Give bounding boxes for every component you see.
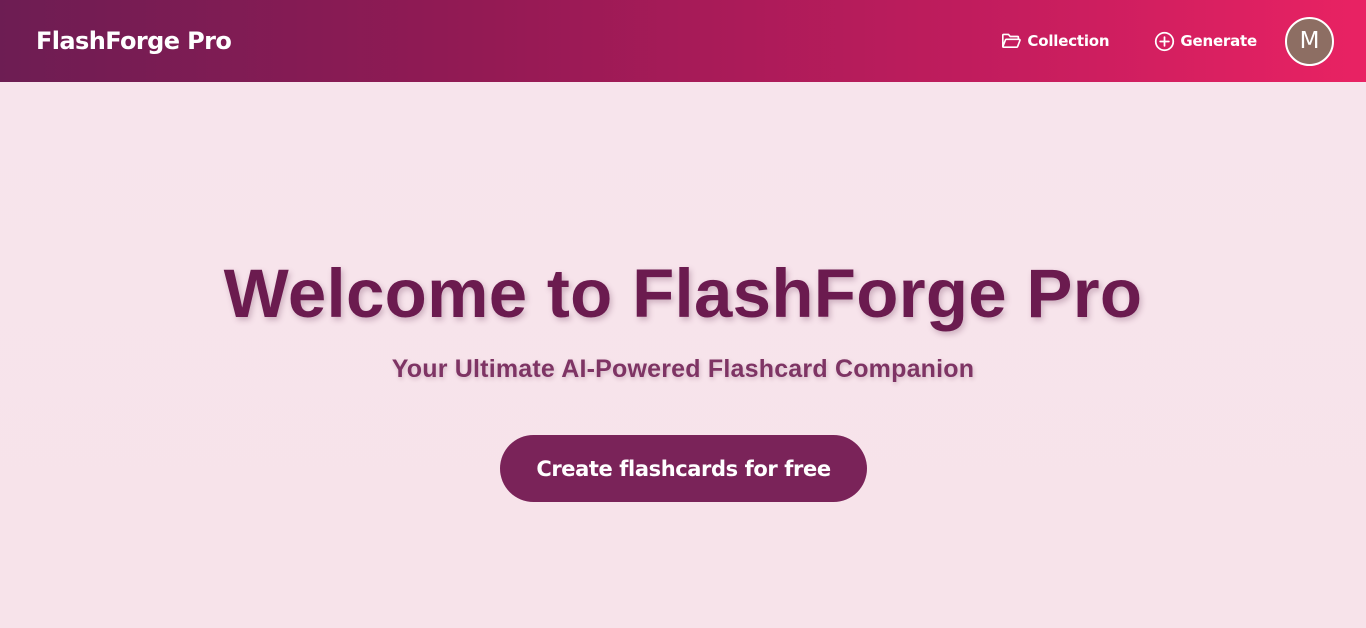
navbar: FlashForge Pro Collection Generate M — [0, 0, 1366, 82]
hero-subtitle: Your Ultimate AI-Powered Flashcard Compa… — [391, 355, 975, 383]
nav-links: Collection Generate M — [1000, 16, 1334, 66]
hero-title: Welcome to FlashForge Pro — [223, 255, 1143, 332]
hero-section: Welcome to FlashForge Pro Your Ultimate … — [0, 82, 1366, 628]
user-avatar[interactable]: M — [1285, 16, 1334, 66]
folder-open-icon — [1000, 30, 1022, 52]
brand-logo[interactable]: FlashForge Pro — [36, 27, 232, 55]
nav-collection-link[interactable]: Collection — [1000, 30, 1110, 52]
create-flashcards-button[interactable]: Create flashcards for free — [500, 435, 867, 502]
nav-collection-label: Collection — [1027, 32, 1110, 50]
plus-circle-icon — [1153, 30, 1175, 52]
nav-generate-label: Generate — [1180, 32, 1257, 50]
nav-generate-link[interactable]: Generate — [1153, 30, 1257, 52]
